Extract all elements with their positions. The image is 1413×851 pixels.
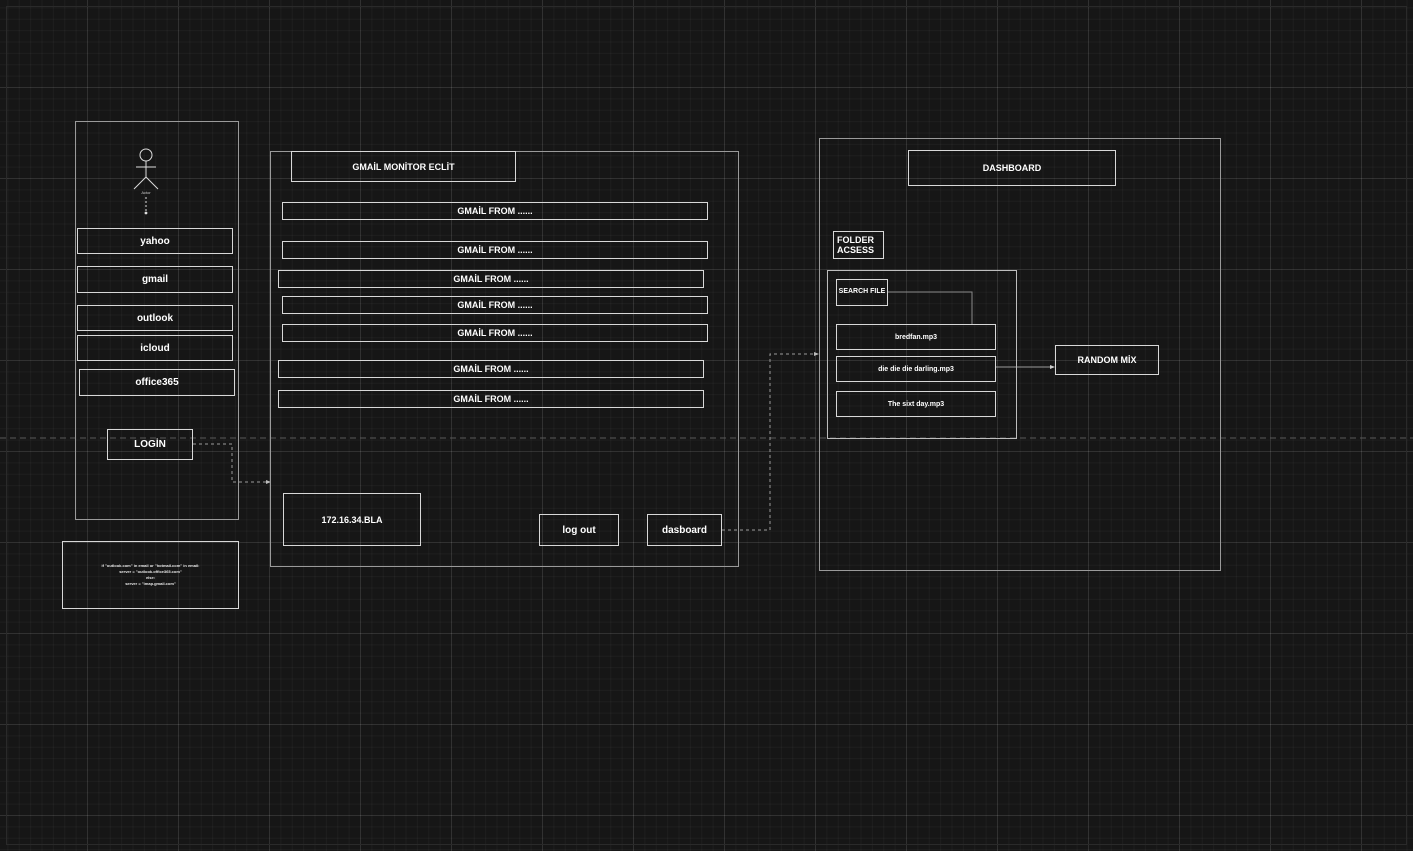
provider-icloud[interactable]: icloud	[77, 335, 233, 361]
actor-caption: Actor	[141, 190, 151, 195]
login-button[interactable]: LOGİN	[107, 429, 193, 460]
provider-gmail[interactable]: gmail	[77, 266, 233, 293]
ip-address-label: 172.16.34.BLA	[283, 493, 421, 546]
dashboard-button[interactable]: dasboard	[647, 514, 722, 546]
provider-outlook[interactable]: outlook	[77, 305, 233, 331]
file-item[interactable]: die die die darling.mp3	[836, 356, 996, 382]
monitor-title: GMAİL MONİTOR ECLİT	[291, 151, 516, 182]
search-file-button[interactable]: SEARCH FILE	[836, 279, 888, 306]
diagram-canvas: Actor yahoo gmail outlook icloud office3…	[0, 0, 1413, 851]
logout-button[interactable]: log out	[539, 514, 619, 546]
random-mix-button[interactable]: RANDOM MİX	[1055, 345, 1159, 375]
dashboard-title: DASHBOARD	[908, 150, 1116, 186]
email-row[interactable]: GMAİL FROM ......	[278, 360, 704, 378]
email-row[interactable]: GMAİL FROM ......	[278, 270, 704, 288]
actor-icon	[133, 148, 159, 215]
provider-yahoo[interactable]: yahoo	[77, 228, 233, 254]
note-line: server = "imap.gmail.com"	[125, 580, 176, 586]
file-item[interactable]: The sixt day.mp3	[836, 391, 996, 417]
folder-access-label: FOLDER ACSESS	[833, 231, 884, 259]
email-row[interactable]: GMAİL FROM ......	[278, 390, 704, 408]
email-row[interactable]: GMAİL FROM ......	[282, 324, 708, 342]
server-selection-note: if "outlook.com" in email or "hotmail.co…	[62, 541, 239, 609]
email-row[interactable]: GMAİL FROM ......	[282, 296, 708, 314]
provider-office365[interactable]: office365	[79, 369, 235, 396]
email-row[interactable]: GMAİL FROM ......	[282, 202, 708, 220]
file-item[interactable]: bredfan.mp3	[836, 324, 996, 350]
email-row[interactable]: GMAİL FROM ......	[282, 241, 708, 259]
